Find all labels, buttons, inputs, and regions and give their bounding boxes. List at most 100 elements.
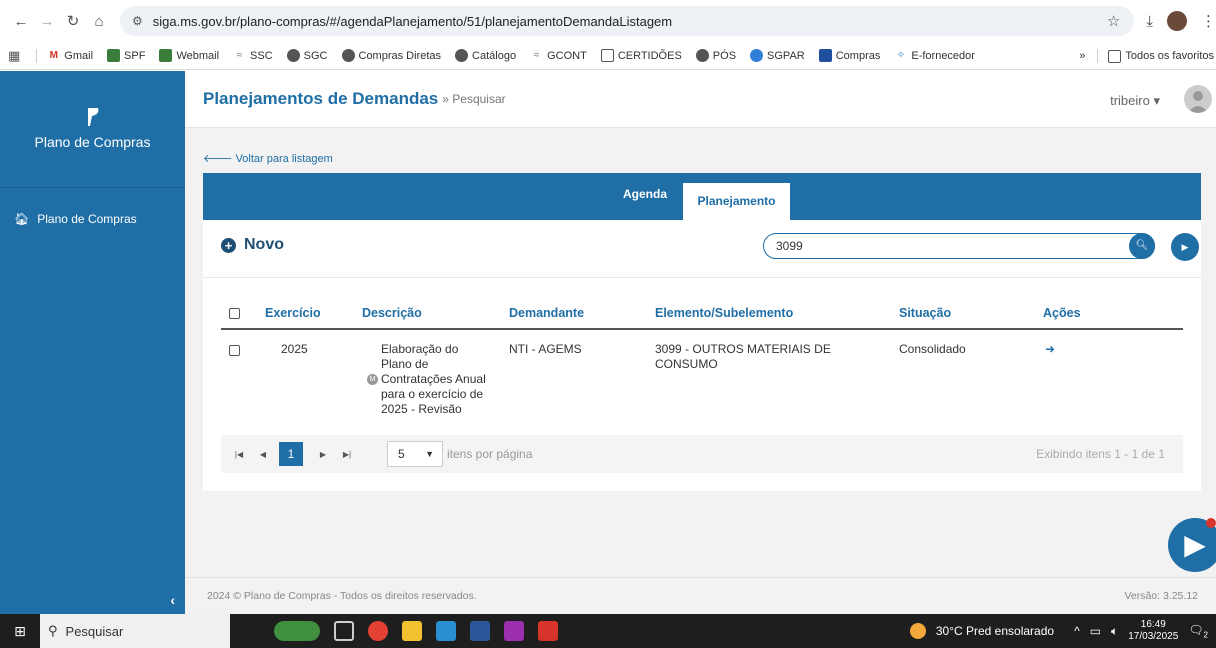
back-arrow-icon[interactable]: ← <box>8 13 34 30</box>
bookmark-spf[interactable]: SPF <box>107 49 145 62</box>
tray-chevron-icon[interactable]: ^ <box>1074 624 1080 638</box>
bookmark-gcont[interactable]: ≈ GCONT <box>530 49 587 62</box>
bookmarks-divider <box>1097 49 1099 63</box>
column-descricao[interactable]: Descrição <box>362 306 422 320</box>
divider <box>203 277 1201 278</box>
chrome-icon[interactable] <box>368 621 388 641</box>
plano-compras-logo-icon <box>87 108 98 126</box>
search-icon: ⚲ <box>48 623 58 638</box>
speaker-muted-icon[interactable]: 🔈︎ <box>1111 624 1118 639</box>
sgpar-icon <box>750 49 764 62</box>
first-page-icon[interactable]: |◀ <box>229 450 249 459</box>
sparkle-icon: ✧ <box>896 50 906 61</box>
bookmark-certidoes[interactable]: CERTIDÕES <box>600 49 682 62</box>
bookmark-compras-diretas[interactable]: Compras Diretas <box>341 49 441 62</box>
globe-icon <box>695 49 709 62</box>
globe-icon <box>341 49 355 62</box>
bookmark-e-fornecedor[interactable]: ✧ E-fornecedor <box>894 49 975 62</box>
search-icon[interactable]: 🔍︎ <box>1129 233 1155 259</box>
download-icon[interactable]: ⤓ <box>1146 13 1153 30</box>
bookmark-sgc[interactable]: SGC <box>286 49 328 62</box>
weather-sun-icon <box>909 623 926 639</box>
calculator-icon[interactable] <box>436 621 456 641</box>
taskbar-search[interactable]: ⚲ Pesquisar <box>40 614 230 648</box>
search-input[interactable]: 3099 🔍︎ <box>763 233 1155 259</box>
menu-kebab-icon[interactable]: ⋮ <box>1201 12 1216 30</box>
reload-icon[interactable]: ↻ <box>60 12 86 30</box>
open-action-arrow-icon[interactable]: ➜ <box>1045 342 1055 357</box>
bookmark-catalogo[interactable]: Catálogo <box>455 49 516 62</box>
forward-arrow-icon[interactable]: → <box>34 13 60 30</box>
per-page-label: itens por página <box>447 447 533 461</box>
sidebar-item-plano-compras[interactable]: 🏠︎ Plano de Compras <box>0 205 185 233</box>
collapse-sidebar-chevron-icon[interactable]: ‹ <box>170 592 175 608</box>
person-icon <box>1188 91 1208 113</box>
clover-widget-icon[interactable] <box>274 621 320 641</box>
browser-toolbar: ← → ↻ ⌂ ⚙ siga.ms.gov.br/plano-compras/#… <box>0 0 1216 42</box>
windows-start-icon[interactable]: ⊞ <box>0 623 40 640</box>
tab-bar: Agenda Planejamento <box>203 173 1201 220</box>
page-size-select[interactable]: 5 ▼ <box>387 441 443 467</box>
column-situacao[interactable]: Situação <box>899 306 951 320</box>
tab-agenda[interactable]: Agenda <box>623 187 667 201</box>
url-text: siga.ms.gov.br/plano-compras/#/agendaPla… <box>152 13 673 29</box>
next-page-icon[interactable]: ▶ <box>313 450 333 459</box>
advance-play-icon[interactable]: ▶ <box>1171 233 1199 261</box>
back-to-list-link[interactable]: 🡐 Voltar para listagem <box>203 151 333 165</box>
page-breadcrumb: » Pesquisar <box>442 92 506 106</box>
bookmark-sgpar[interactable]: SGPAR <box>750 49 805 62</box>
profile-avatar[interactable] <box>1167 11 1187 31</box>
bookmarks-divider <box>36 48 38 63</box>
weather-text[interactable]: 30°C Pred ensolarado <box>936 624 1054 638</box>
winrar-icon[interactable] <box>504 621 524 641</box>
word-icon[interactable] <box>470 621 490 641</box>
row-checkbox[interactable] <box>229 345 240 356</box>
apps-grid-icon[interactable]: ▦ <box>8 48 20 64</box>
file-explorer-icon[interactable] <box>402 621 422 641</box>
badge-m-icon: M <box>367 374 378 386</box>
new-button[interactable]: + Novo <box>221 236 284 254</box>
column-elemento[interactable]: Elemento/Subelemento <box>655 306 793 320</box>
sidebar: Plano de Compras 🏠︎ Plano de Compras ‹ <box>0 71 185 614</box>
bookmark-star-icon[interactable]: ☆ <box>1107 12 1120 30</box>
chart-icon: ≈ <box>236 50 243 61</box>
windows-taskbar: ⊞ ⚲ Pesquisar 30°C Pred ensolarado ^ ▭ 🔈… <box>0 614 1216 648</box>
user-menu[interactable]: tribeiro ▾ <box>1110 93 1160 109</box>
network-icon[interactable]: ▭ <box>1090 624 1101 638</box>
system-clock[interactable]: 16:49 17/03/2025 <box>1128 619 1178 643</box>
bookmark-webmail[interactable]: Webmail <box>159 49 219 62</box>
home-icon[interactable]: ⌂ <box>86 13 112 30</box>
notification-center-icon[interactable]: 🗨︎2 <box>1188 623 1208 639</box>
more-bookmarks-button[interactable]: » <box>1079 50 1085 62</box>
showing-count: Exibindo itens 1 - 1 de 1 <box>1036 447 1165 461</box>
table-row: 2025 Elaboração do Plano de M Contrataçõe… <box>221 330 1183 426</box>
cell-exercicio: 2025 <box>281 342 308 356</box>
page-button-current[interactable]: 1 <box>279 442 303 466</box>
bookmark-gmail[interactable]: M Gmail <box>47 49 93 62</box>
bookmark-ssc[interactable]: ≈ SSC <box>233 49 273 62</box>
task-view-icon[interactable] <box>334 621 354 641</box>
all-favorites-folder[interactable]: Todos os favoritos <box>1108 49 1214 63</box>
user-avatar[interactable] <box>1184 85 1212 113</box>
listing-panel: + Novo 3099 🔍︎ ▶ Exercício Descrição Dem… <box>203 220 1201 491</box>
folder-icon <box>1108 49 1122 63</box>
tab-planejamento[interactable]: Planejamento <box>683 183 790 220</box>
site-info-icon[interactable]: ⚙ <box>132 14 143 28</box>
results-table: Exercício Descrição Demandante Elemento/… <box>221 300 1183 426</box>
footer: 2024 © Plano de Compras - Todos os direi… <box>185 577 1216 614</box>
pdf-reader-icon[interactable] <box>538 621 558 641</box>
notification-dot <box>1206 518 1216 528</box>
address-bar[interactable]: ⚙ siga.ms.gov.br/plano-compras/#/agendaP… <box>120 6 1135 36</box>
bookmark-compras[interactable]: Compras <box>818 49 880 62</box>
column-exercicio[interactable]: Exercício <box>265 306 321 320</box>
column-demandante[interactable]: Demandante <box>509 306 584 320</box>
page-title: Planejamentos de Demandas <box>203 89 439 108</box>
caret-down-icon: ▾ <box>1153 93 1160 108</box>
chart-icon: ≈ <box>533 50 540 61</box>
select-all-checkbox[interactable] <box>229 308 240 319</box>
bookmark-pos[interactable]: PÓS <box>695 49 736 62</box>
sidebar-brand[interactable]: Plano de Compras <box>0 71 185 188</box>
cell-demandante: NTI - AGEMS <box>509 342 582 356</box>
prev-page-icon[interactable]: ◀ <box>253 450 273 459</box>
last-page-icon[interactable]: ▶| <box>337 450 357 459</box>
